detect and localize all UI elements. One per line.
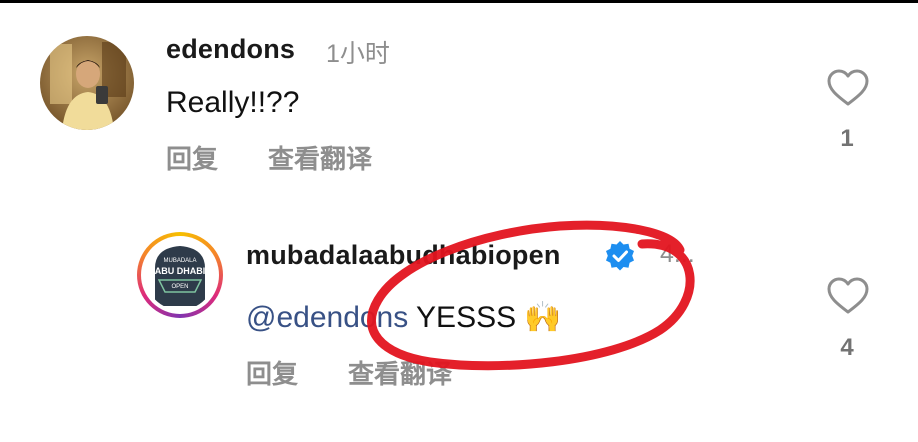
verified-badge-icon (606, 241, 634, 271)
avatar: MUBADALA ABU DHABI OPEN (145, 240, 215, 310)
avatar-story-ring[interactable]: MUBADALA ABU DHABI OPEN (137, 232, 223, 318)
like-button[interactable] (826, 68, 870, 108)
see-translation-button[interactable]: 查看翻译 (348, 354, 452, 391)
comment-username[interactable]: edendons (166, 34, 295, 65)
comment-timestamp: 1小时 (326, 40, 390, 68)
heart-icon (827, 277, 869, 314)
logo-text: ABU DHABI (155, 266, 206, 276)
comment-edendons: edendons 1小时 Really!!?? 回复 查看翻译 1 (0, 0, 918, 190)
logo-text: OPEN (171, 284, 188, 290)
see-translation-button[interactable]: 查看翻译 (268, 139, 372, 176)
like-button[interactable] (826, 276, 870, 316)
comment-timestamp: 4... (660, 240, 695, 268)
reply-button[interactable]: 回复 (246, 354, 298, 391)
like-count: 4 (840, 334, 854, 361)
reply-text: YESSS 🙌 (408, 301, 562, 334)
heart-icon (827, 69, 869, 106)
like-count: 1 (840, 125, 854, 152)
comment-text: @edendons YESSS 🙌 (246, 300, 562, 335)
avatar[interactable] (40, 36, 134, 130)
comment-username[interactable]: mubadalaabudhabiopen (246, 240, 561, 271)
reply-button[interactable]: 回复 (166, 139, 218, 176)
mention-link[interactable]: @edendons (246, 301, 408, 334)
logo-text: MUBADALA (163, 258, 196, 264)
comment-text: Really!!?? (166, 86, 300, 119)
comment-mubadalaabudhabiopen: MUBADALA ABU DHABI OPEN mubadalaabudhabi… (0, 200, 918, 442)
